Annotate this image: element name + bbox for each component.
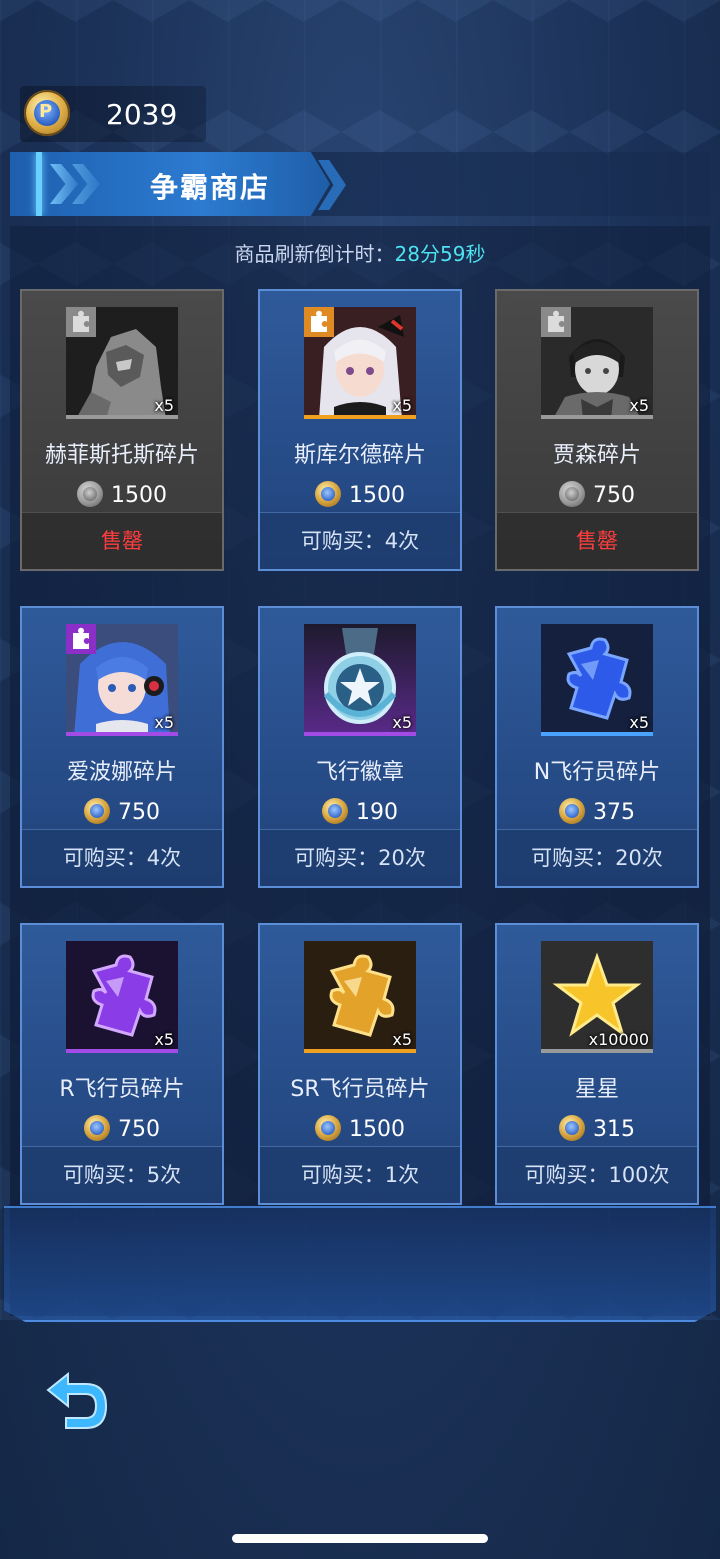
shop-item-card[interactable]: x10000 星星 315 可购买：100次: [495, 923, 699, 1205]
rarity-bar: [66, 1049, 178, 1053]
item-status: 售罄: [22, 512, 222, 569]
refresh-label: 商品刷新倒计时：: [234, 242, 395, 266]
shop-item-card[interactable]: x5 斯库尔德碎片 1500 可购买：4次: [258, 289, 462, 571]
shop-item-card[interactable]: x5 贾森碎片 750 售罄: [495, 289, 699, 571]
currency-display: P 2039: [20, 86, 206, 142]
item-price: 750: [497, 481, 697, 508]
item-name: N飞行员碎片: [533, 760, 661, 785]
chevron-right-icon: [50, 164, 78, 204]
item-name: R飞行员碎片: [59, 1077, 185, 1102]
rarity-bar: [66, 415, 178, 419]
rarity-bar: [541, 415, 653, 419]
item-price: 750: [22, 798, 222, 825]
page-title: 争霸商店: [150, 171, 271, 204]
panel-bottom-frame: [4, 1206, 716, 1322]
item-status: 售罄: [497, 512, 697, 569]
item-quantity: x10000: [588, 1030, 649, 1049]
item-price: 190: [260, 798, 460, 825]
item-name: SR飞行员碎片: [290, 1077, 430, 1102]
item-price: 315: [497, 1115, 697, 1142]
item-quantity: x5: [392, 1030, 412, 1049]
coin-icon: [84, 1115, 110, 1141]
shop-item-card[interactable]: x5 R飞行员碎片 750 可购买：5次: [20, 923, 224, 1205]
coin-icon: [84, 798, 110, 824]
item-name: 贾森碎片: [552, 443, 641, 468]
shop-item-card[interactable]: x5 爱波娜碎片 750 可购买：4次: [20, 606, 224, 888]
shop-item-card[interactable]: x5 飞行徽章 190 可购买：20次: [258, 606, 462, 888]
item-name: 爱波娜碎片: [66, 760, 177, 785]
rarity-bar: [66, 732, 178, 736]
item-quantity: x5: [154, 713, 174, 732]
item-status: 可购买：20次: [497, 829, 697, 886]
item-quantity: x5: [629, 713, 649, 732]
trophy-coin-icon: P: [24, 90, 70, 136]
shop-item-card[interactable]: x5 赫菲斯托斯碎片 1500 售罄: [20, 289, 224, 571]
rarity-bar: [541, 732, 653, 736]
item-quantity: x5: [629, 396, 649, 415]
item-price: 750: [22, 1115, 222, 1142]
item-status: 可购买：4次: [260, 512, 460, 569]
fragment-icon: [66, 624, 96, 654]
item-name: 斯库尔德碎片: [293, 443, 426, 468]
item-quantity: x5: [392, 396, 412, 415]
item-status: 可购买：20次: [260, 829, 460, 886]
item-name: 星星: [574, 1077, 619, 1102]
fragment-icon: [304, 307, 334, 337]
item-status: 可购买：4次: [22, 829, 222, 886]
blue-hair-girl-portrait-icon: x5: [66, 624, 178, 736]
mech-pilot-portrait-icon: x5: [66, 307, 178, 419]
shop-item-card[interactable]: x5 SR飞行员碎片 1500 可购买：1次: [258, 923, 462, 1205]
item-price: 1500: [260, 1115, 460, 1142]
item-name: 飞行徽章: [315, 760, 404, 785]
coin-icon: [315, 481, 341, 507]
currency-amount: 2039: [106, 98, 178, 131]
refresh-countdown: 商品刷新倒计时：28分59秒: [0, 238, 720, 267]
back-arrow-icon: [46, 1371, 108, 1429]
gold-puzzle-icon: x5: [304, 941, 416, 1053]
item-name: 赫菲斯托斯碎片: [44, 443, 199, 468]
star-medal-icon: x5: [304, 624, 416, 736]
coin-icon: [322, 798, 348, 824]
item-price: 1500: [260, 481, 460, 508]
item-quantity: x5: [154, 1030, 174, 1049]
coin-icon: [559, 481, 585, 507]
item-quantity: x5: [392, 713, 412, 732]
silver-hair-girl-portrait-icon: x5: [304, 307, 416, 419]
purple-puzzle-icon: x5: [66, 941, 178, 1053]
rarity-bar: [304, 415, 416, 419]
item-status: 可购买：1次: [260, 1146, 460, 1203]
back-button[interactable]: [42, 1371, 110, 1430]
item-quantity: x5: [154, 396, 174, 415]
rarity-bar: [304, 732, 416, 736]
blue-puzzle-icon: x5: [541, 624, 653, 736]
rarity-bar: [304, 1049, 416, 1053]
gold-star-icon: x10000: [541, 941, 653, 1053]
item-status: 可购买：5次: [22, 1146, 222, 1203]
coin-icon: [559, 798, 585, 824]
home-indicator[interactable]: [232, 1534, 488, 1543]
item-price: 375: [497, 798, 697, 825]
rarity-bar: [541, 1049, 653, 1053]
coin-icon: [559, 1115, 585, 1141]
fragment-icon: [66, 307, 96, 337]
coin-icon: [77, 481, 103, 507]
item-status: 可购买：100次: [497, 1146, 697, 1203]
fragment-icon: [541, 307, 571, 337]
item-price: 1500: [22, 481, 222, 508]
shop-item-card[interactable]: x5 N飞行员碎片 375 可购买：20次: [495, 606, 699, 888]
coin-icon: [315, 1115, 341, 1141]
refresh-time: 28分59秒: [394, 242, 486, 266]
dark-hair-boy-portrait-icon: x5: [541, 307, 653, 419]
